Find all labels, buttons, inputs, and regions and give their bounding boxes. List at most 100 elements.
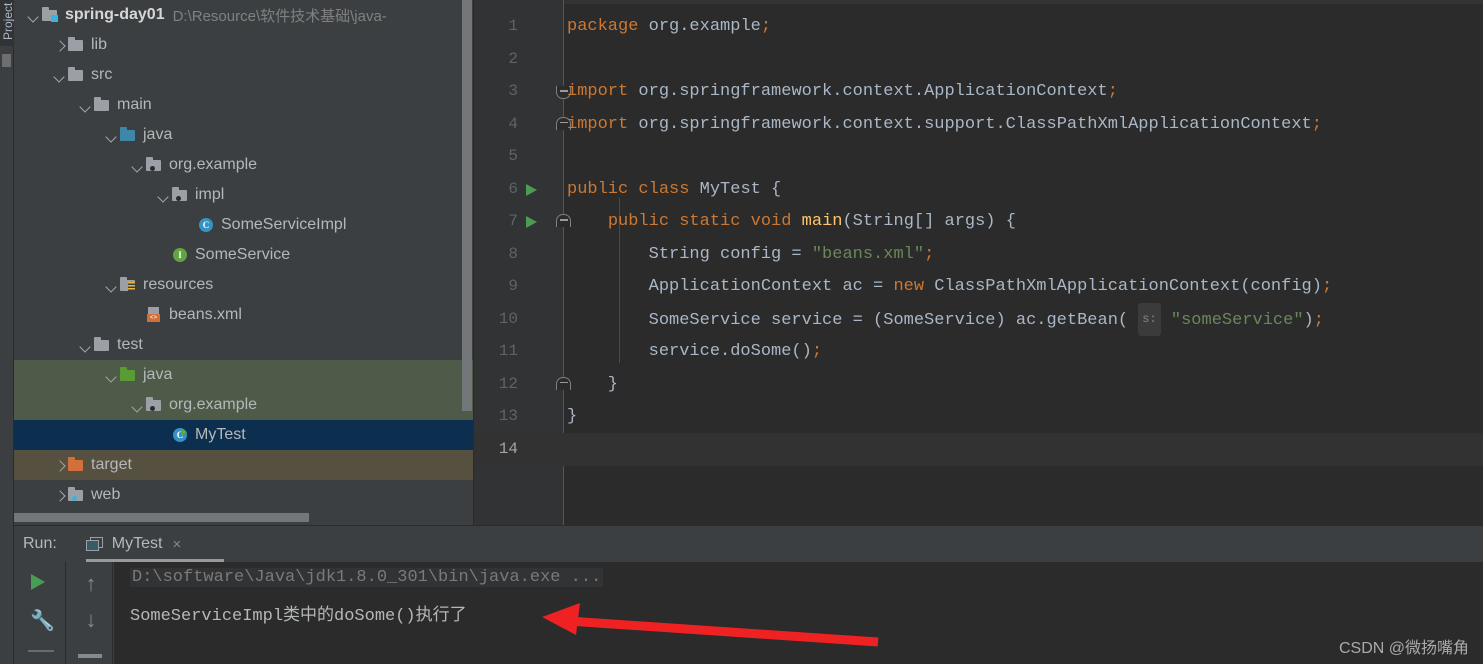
up-arrow-icon[interactable]: ↑ (82, 572, 100, 596)
database-tool-button[interactable]: Database (0, 568, 14, 664)
module-folder-icon (41, 7, 59, 23)
tree-row-java[interactable]: java (14, 120, 473, 150)
tree-row-label: lib (91, 36, 108, 53)
tree-row-src[interactable]: src (14, 60, 473, 90)
chevron-down-icon[interactable] (158, 189, 171, 202)
rerun-icon[interactable] (31, 574, 45, 590)
run-toolbar-left: 🔧 (14, 562, 66, 664)
java-runnable-class-icon: C (171, 427, 189, 443)
chevron-down-icon[interactable] (80, 339, 93, 352)
code-token: import (567, 114, 629, 134)
code-line-13[interactable]: 13} (474, 400, 1483, 433)
code-line-7[interactable]: 7 public static void main(String[] args)… (474, 205, 1483, 238)
code-line-text: SomeService service = (SomeService) ac.g… (567, 302, 1324, 337)
console-output[interactable]: D:\software\Java\jdk1.8.0_301\bin\java.e… (114, 562, 1483, 664)
code-line-12[interactable]: 12 } (474, 368, 1483, 401)
code-line-8[interactable]: 8 String config = "beans.xml"; (474, 238, 1483, 271)
run-header: Run: MyTest × (14, 526, 1483, 562)
chevron-down-icon[interactable] (106, 369, 119, 382)
code-token: String config = (567, 244, 812, 264)
close-icon[interactable]: × (172, 536, 181, 553)
code-line-6[interactable]: 6 public class MyTest { (474, 173, 1483, 206)
run-tab-label: MyTest (111, 535, 163, 552)
run-gutter-icon[interactable] (526, 183, 537, 196)
folder-blue-icon (119, 127, 137, 143)
tree-row-org-example[interactable]: org.example (14, 390, 473, 420)
code-token: public (607, 212, 670, 231)
tree-row-impl[interactable]: impl (14, 180, 473, 210)
project-tree-panel[interactable]: spring-day01 D:\Resource\软件技术基础\java-lib s… (14, 0, 473, 525)
code-line-9[interactable]: 9 ApplicationContext ac = new ClassPathX… (474, 270, 1483, 303)
code-token: ; (811, 342, 823, 361)
chevron-down-icon[interactable] (132, 159, 145, 172)
code-line-text: } (567, 400, 577, 433)
tree-row-label: SomeService (195, 246, 291, 263)
code-line-11[interactable]: 11 service.doSome(); (474, 335, 1483, 368)
code-line-1[interactable]: 1 package org.example; (474, 10, 1483, 43)
code-line-4[interactable]: 4 import org.springframework.context.supp… (474, 108, 1483, 141)
run-tab-mytest[interactable]: MyTest × (85, 526, 224, 562)
project-tool-button[interactable]: Project (0, 0, 14, 46)
tree-row-mytest[interactable]: C MyTest (14, 420, 473, 450)
chevron-down-icon[interactable] (106, 129, 119, 142)
tree-row-java[interactable]: java (14, 360, 473, 390)
code-token: "someService" (1170, 310, 1304, 330)
tree-row-label: main (117, 96, 152, 113)
code-line-2[interactable]: 2 (474, 43, 1483, 76)
chevron-down-icon[interactable] (28, 9, 41, 22)
chevron-down-icon[interactable] (80, 99, 93, 112)
code-line-text: import org.springframework.context.Appli… (567, 75, 1118, 108)
code-token: ) (1303, 310, 1314, 330)
code-line-3[interactable]: 3 import org.springframework.context.Appl… (474, 75, 1483, 108)
project-tree-horizontal-scrollbar[interactable] (14, 513, 309, 522)
code-editor[interactable]: 1 package org.example; 2 3 import org.spring… (474, 0, 1483, 525)
xml-file-icon: <> (145, 307, 163, 323)
code-token: ; (1311, 114, 1322, 134)
run-gutter-icon[interactable] (526, 216, 537, 228)
code-line-10[interactable]: 10 SomeService service = (SomeService) a… (474, 302, 1483, 337)
project-tree-vertical-scrollbar[interactable] (462, 0, 472, 411)
chevron-right-icon[interactable] (54, 459, 67, 472)
tree-row-label: MyTest (195, 426, 246, 443)
tree-row-someserviceimpl[interactable]: C SomeServiceImpl (14, 210, 473, 240)
tree-row-label: test (117, 336, 143, 353)
tree-row-web[interactable]: web (14, 480, 473, 510)
code-line-5[interactable]: 5 (474, 140, 1483, 173)
tree-row-someservice[interactable]: I SomeService (14, 240, 473, 270)
tree-row-resources[interactable]: resources (14, 270, 473, 300)
tool-strip-chip (2, 54, 11, 67)
tree-row-label: resources (143, 276, 214, 293)
tree-row-lib[interactable]: lib (14, 30, 473, 60)
resources-folder-icon (119, 277, 137, 293)
chevron-down-icon[interactable] (132, 399, 145, 412)
line-number: 9 (508, 277, 518, 295)
tree-row-label: org.example (169, 156, 258, 173)
tree-row-spring-day01[interactable]: spring-day01 D:\Resource\软件技术基础\java- (14, 0, 473, 30)
code-token: static (679, 212, 741, 231)
tree-row-beans-xml[interactable]: <> beans.xml (14, 300, 473, 330)
down-arrow-icon[interactable]: ↓ (82, 608, 100, 632)
tree-row-test[interactable]: test (14, 330, 473, 360)
code-line-text: public class MyTest { (567, 173, 781, 206)
tree-row-target[interactable]: target (14, 450, 473, 480)
csdn-watermark: CSDN @微扬嘴角 (1338, 640, 1469, 657)
code-token: { (760, 179, 782, 199)
code-line-14[interactable]: 14 (474, 432, 1483, 466)
chevron-right-icon[interactable] (54, 39, 67, 52)
chevron-down-icon[interactable] (106, 279, 119, 292)
project-tool-label: Project (1, 2, 14, 40)
tree-row-org-example[interactable]: org.example (14, 150, 473, 180)
code-token: public (567, 179, 629, 199)
tree-row-label: spring-day01 (65, 6, 165, 23)
tree-row-label: java (143, 366, 173, 383)
code-token: ; (1107, 82, 1118, 101)
line-number: 7 (508, 212, 518, 230)
chevron-right-icon[interactable] (54, 489, 67, 502)
wrench-icon[interactable]: 🔧 (30, 610, 55, 632)
chevron-down-icon[interactable] (54, 69, 67, 82)
code-token: "beans.xml" (811, 244, 925, 264)
module-path: D:\Resource\软件技术基础\java- (172, 7, 387, 25)
tree-row-main[interactable]: main (14, 90, 473, 120)
